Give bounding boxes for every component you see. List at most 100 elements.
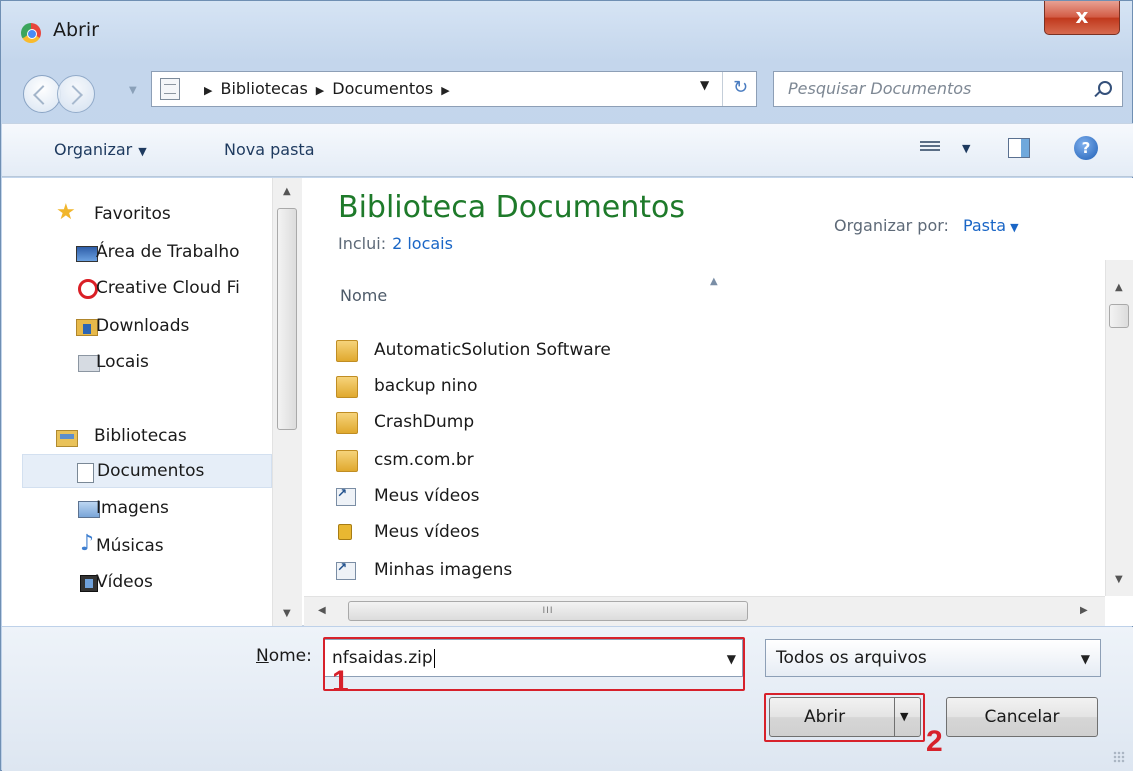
- sidebar-item-locais[interactable]: Locais: [2, 346, 272, 380]
- file-name: Meus vídeos: [374, 522, 480, 542]
- column-header-nome[interactable]: ▲ Nome: [332, 276, 1112, 318]
- file-name-label: Nome:: [256, 646, 312, 666]
- sidebar-item-label: Vídeos: [96, 572, 153, 592]
- folder-icon: [160, 78, 180, 100]
- sidebar-item-bibliotecas[interactable]: Bibliotecas: [2, 420, 272, 454]
- sidebar-item-creative-cloud[interactable]: Creative Cloud Fi: [2, 272, 272, 306]
- sidebar-item-label: Área de Trabalho: [96, 242, 240, 262]
- file-pane-vertical-scrollbar[interactable]: ▲ ▼: [1105, 260, 1133, 596]
- folder-icon: [336, 412, 358, 434]
- folder-icon: [336, 376, 358, 398]
- file-name: backup nino: [374, 376, 478, 396]
- arrange-by-dropdown[interactable]: Pasta: [963, 216, 1006, 235]
- library-title: Biblioteca Documentos: [338, 190, 686, 225]
- preview-pane-icon[interactable]: [1008, 138, 1030, 158]
- file-row[interactable]: Meus vídeos: [336, 516, 736, 552]
- chevron-right-icon[interactable]: ▶: [316, 84, 324, 97]
- view-list-icon[interactable]: [920, 139, 940, 157]
- search-icon[interactable]: [1098, 81, 1112, 95]
- forward-button[interactable]: [57, 75, 95, 113]
- file-row[interactable]: Minhas imagens: [336, 554, 736, 590]
- scroll-left-icon[interactable]: ◀: [318, 605, 326, 616]
- file-row[interactable]: CrashDump: [336, 406, 736, 442]
- breadcrumb-documentos[interactable]: Documentos: [332, 79, 433, 98]
- scrollbar-thumb[interactable]: [1109, 304, 1129, 328]
- document-icon: [77, 463, 94, 483]
- file-name-label-accesskey: N: [256, 646, 269, 666]
- command-toolbar: Organizar ▼ Nova pasta ▼ ?: [2, 123, 1133, 177]
- scroll-up-icon[interactable]: ▲: [283, 186, 291, 197]
- folder-icon: [336, 450, 358, 472]
- shortcut-icon: [336, 560, 356, 580]
- file-type-value: Todos os arquivos: [776, 648, 927, 668]
- cancel-button[interactable]: Cancelar: [946, 697, 1098, 737]
- refresh-icon[interactable]: ↻: [722, 72, 758, 106]
- sidebar-item-musicas[interactable]: ♪ Músicas: [2, 530, 272, 564]
- navigation-pane-scrollbar[interactable]: ▲ ▼: [272, 178, 302, 626]
- address-dropdown-icon[interactable]: ▼: [700, 78, 709, 92]
- file-name-label-rest: ome:: [268, 646, 312, 666]
- annotation-number-1: 1: [332, 665, 349, 698]
- creative-cloud-icon: [78, 279, 98, 299]
- breadcrumb-bibliotecas[interactable]: Bibliotecas: [220, 79, 307, 98]
- sort-ascending-icon: ▲: [710, 276, 718, 287]
- sidebar-item-area-de-trabalho[interactable]: Área de Trabalho: [2, 236, 272, 270]
- view-dropdown-icon[interactable]: ▼: [962, 142, 970, 155]
- dialog-footer: Nome: nfsaidas.zip ▼ 1 Todos os arquivos…: [2, 627, 1133, 771]
- scroll-right-icon[interactable]: ▶: [1080, 605, 1088, 616]
- back-button[interactable]: [23, 75, 61, 113]
- nova-pasta-button[interactable]: Nova pasta: [224, 140, 315, 159]
- sidebar-item-documentos[interactable]: Documentos: [22, 454, 272, 488]
- chevron-right-icon[interactable]: ▶: [204, 84, 212, 97]
- chrome-icon: [21, 23, 41, 43]
- file-row[interactable]: backup nino: [336, 370, 736, 406]
- sidebar-item-label: Documentos: [97, 461, 205, 481]
- search-input[interactable]: Pesquisar Documentos: [773, 71, 1123, 107]
- annotation-number-2: 2: [926, 725, 943, 758]
- sidebar-item-label: Creative Cloud Fi: [96, 278, 240, 298]
- shortcut-icon: [336, 486, 356, 506]
- scroll-down-icon[interactable]: ▼: [1115, 574, 1123, 585]
- cancel-button-label: Cancelar: [984, 707, 1060, 727]
- folder-icon: [336, 340, 358, 362]
- content-area: ★ Favoritos Área de Trabalho Creative Cl…: [2, 178, 1133, 626]
- recent-locations-dropdown[interactable]: ▼: [129, 85, 137, 96]
- sidebar-item-label: Imagens: [96, 498, 169, 518]
- file-name: csm.com.br: [374, 450, 474, 470]
- scroll-down-icon[interactable]: ▼: [283, 608, 291, 619]
- library-header: Biblioteca Documentos Inclui: 2 locais Or…: [304, 178, 1133, 260]
- scrollbar-thumb[interactable]: III: [348, 601, 748, 621]
- inclui-label: Inclui:: [338, 234, 387, 253]
- chevron-down-icon: ▼: [1080, 652, 1090, 666]
- arrange-by-label: Organizar por:: [834, 216, 949, 235]
- address-bar[interactable]: ▶ Bibliotecas ▶ Documentos ▶ ▼ ↻: [151, 71, 757, 107]
- scrollbar-thumb[interactable]: [277, 208, 297, 430]
- file-name: CrashDump: [374, 412, 475, 432]
- help-icon[interactable]: ?: [1074, 136, 1098, 160]
- organizar-button[interactable]: Organizar ▼: [54, 140, 147, 159]
- resize-grip-icon[interactable]: [1113, 751, 1125, 763]
- close-button[interactable]: x: [1044, 1, 1120, 35]
- file-row[interactable]: AutomaticSolution Software: [336, 334, 736, 370]
- library-includes: Inclui: 2 locais: [338, 234, 453, 253]
- desktop-icon: [76, 246, 98, 262]
- scroll-up-icon[interactable]: ▲: [1115, 282, 1123, 293]
- sidebar-item-label: Bibliotecas: [94, 426, 187, 446]
- sidebar-item-label: Locais: [96, 352, 149, 372]
- sidebar-item-videos[interactable]: Vídeos: [2, 566, 272, 600]
- file-row[interactable]: Meus vídeos: [336, 480, 736, 516]
- file-row[interactable]: csm.com.br: [336, 444, 736, 480]
- annotation-box-2: [764, 693, 925, 742]
- file-type-select[interactable]: Todos os arquivos ▼: [765, 639, 1101, 677]
- navigation-pane: ★ Favoritos Área de Trabalho Creative Cl…: [2, 178, 302, 626]
- chevron-down-icon[interactable]: ▼: [1010, 221, 1018, 234]
- sidebar-item-downloads[interactable]: Downloads: [2, 310, 272, 344]
- file-pane-horizontal-scrollbar[interactable]: ◀ III ▶: [304, 596, 1105, 626]
- sidebar-item-favoritos[interactable]: ★ Favoritos: [2, 198, 272, 232]
- file-pane: Biblioteca Documentos Inclui: 2 locais Or…: [304, 178, 1133, 626]
- organizar-label: Organizar: [54, 140, 133, 159]
- locations-link[interactable]: 2 locais: [392, 234, 453, 253]
- sidebar-item-imagens[interactable]: Imagens: [2, 492, 272, 526]
- chevron-right-icon[interactable]: ▶: [441, 84, 449, 97]
- star-icon: ★: [56, 200, 76, 225]
